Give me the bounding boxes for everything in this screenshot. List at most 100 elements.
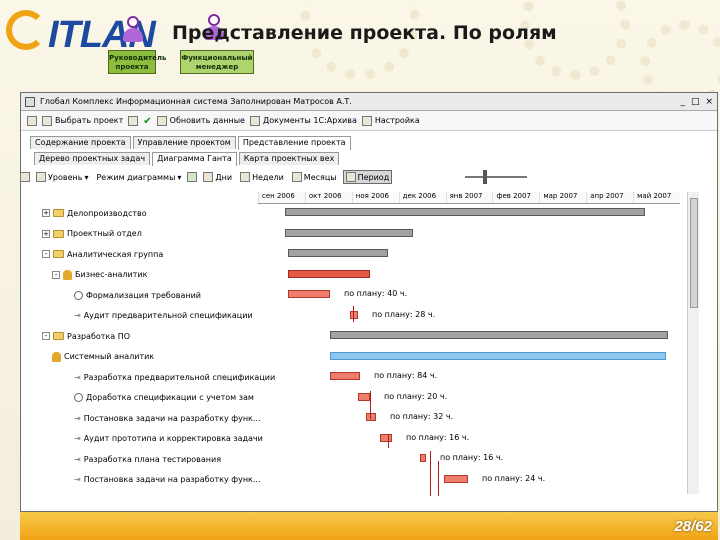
main-tabs: Содержание проекта Управление проектом П… [30, 136, 351, 150]
task-row[interactable]: Системный аналитик [52, 350, 154, 364]
task-row[interactable]: ⇥ Аудит предварительной спецификации [74, 309, 253, 323]
task-label: Делопроизводство [67, 208, 147, 218]
dependency-line [370, 391, 371, 419]
zoom-slider-track[interactable] [465, 176, 527, 178]
check-icon[interactable]: ✔ [143, 116, 151, 127]
task-row[interactable]: - Бизнес-аналитик [52, 268, 147, 282]
folder-icon [53, 250, 64, 258]
scrollbar-thumb[interactable] [690, 198, 698, 308]
role-badge: Руководитель проекта [108, 50, 166, 74]
gantt-bar[interactable] [288, 249, 388, 257]
tab-project-content[interactable]: Содержание проекта [30, 136, 131, 149]
expand-all-icon[interactable] [20, 172, 30, 182]
task-row[interactable]: ⇥ Разработка плана тестирования [74, 452, 221, 466]
task-row[interactable]: + Делопроизводство [42, 206, 147, 220]
close-button[interactable]: × [705, 97, 713, 107]
tab-project-management[interactable]: Управление проектом [132, 136, 236, 149]
person-icon [63, 269, 72, 280]
bar-plan-label: по плану: 16 ч. [406, 432, 470, 442]
bar-plan-label: по плану: 16 ч. [440, 453, 504, 462]
gantt-bar[interactable] [366, 413, 376, 421]
window-menu-icon[interactable] [25, 96, 35, 107]
task-row[interactable]: - Аналитическая группа [42, 247, 163, 261]
gantt-bar[interactable] [330, 331, 668, 339]
gantt-bar[interactable] [285, 228, 413, 237]
arrow-icon: ⇥ [74, 434, 81, 443]
expand-icon[interactable]: + [42, 209, 50, 217]
minimize-button[interactable]: _ [680, 97, 685, 107]
dependency-line [438, 461, 439, 496]
scale-weeks-button[interactable]: Недели [238, 171, 286, 183]
timeline-header: сен 2006 окт 2006 ноя 2006 дек 2006 янв 2007… [258, 192, 680, 204]
documents-button[interactable]: Документы 1С:Архива [249, 115, 357, 126]
task-row[interactable]: - Разработка ПО [42, 329, 130, 343]
task-label: Аудит прототипа и корректировка задачи [83, 434, 263, 443]
task-row[interactable]: ⇥ Аудит прототипа и корректировка задачи [74, 432, 263, 446]
gantt-chart: по плану: 40 ч. по плану: 28 ч. по плану: … [258, 206, 680, 496]
task-label: Проектный отдел [67, 229, 142, 238]
tab-milestones-map[interactable]: Карта проектных вех [238, 152, 340, 165]
bar-plan-label: по плану: 20 ч. [384, 391, 448, 401]
gantt-bar[interactable] [350, 310, 358, 319]
gantt-bar[interactable] [358, 392, 370, 401]
tab-task-tree[interactable]: Дерево проектных задач [34, 152, 151, 165]
collapse-icon[interactable]: - [42, 332, 50, 340]
role-person-icon [122, 16, 144, 42]
maximize-button[interactable]: □ [691, 97, 700, 107]
dependency-line [353, 306, 354, 322]
task-row[interactable]: ⇥ Разработка предварительной спецификации [74, 370, 275, 384]
collapse-icon[interactable]: - [42, 250, 50, 258]
page-number: 28/62 [674, 518, 712, 535]
expand-icon[interactable]: + [42, 229, 50, 238]
chart-icon[interactable] [187, 172, 198, 182]
slide-footer: 28/62 [20, 512, 718, 540]
scale-period-button[interactable]: Период [342, 170, 393, 184]
gantt-bar[interactable] [330, 351, 666, 360]
select-icon [42, 115, 52, 126]
diagram-mode-dropdown[interactable]: Режим диаграммы ▾ [94, 172, 183, 183]
select-project-button[interactable]: Выбрать проект [42, 115, 123, 126]
task-row[interactable]: ⇥ Постановка задачи на разработку функ... [74, 473, 261, 487]
clock-icon [74, 393, 83, 402]
task-label: Системный аналитик [64, 352, 155, 361]
gantt-bar[interactable] [330, 372, 360, 380]
gantt-bar[interactable] [420, 454, 426, 462]
gantt-bar[interactable] [288, 269, 370, 278]
main-toolbar: Выбрать проект ✔ Обновить данные Докумен… [21, 111, 717, 131]
timeline-month: ноя 2006 [351, 192, 399, 203]
task-label: Разработка предварительной спецификации [83, 372, 276, 382]
scale-days-button[interactable]: Дни [201, 171, 234, 183]
scale-months-button[interactable]: Месяцы [290, 171, 339, 183]
refresh-button[interactable]: Обновить данные [156, 115, 245, 126]
list-icon[interactable] [128, 115, 139, 126]
refresh-icon [156, 115, 167, 126]
zoom-slider-thumb[interactable] [483, 170, 487, 184]
task-row[interactable]: Доработка спецификации с учетом зам [74, 391, 254, 405]
bar-plan-label: по плану: 28 ч. [372, 309, 436, 319]
dependency-line [388, 434, 389, 448]
slide-title: Представление проекта. По ролям [172, 22, 557, 44]
level-dropdown[interactable]: Уровень ▾ [34, 171, 90, 183]
settings-button[interactable]: Настройка [361, 115, 420, 126]
task-row[interactable]: + Проектный отдел [42, 227, 142, 241]
gantt-bar[interactable] [285, 208, 645, 216]
timeline-month: мар 2007 [539, 192, 586, 203]
settings-icon [361, 115, 372, 126]
task-row[interactable]: Формализация требований [74, 288, 201, 302]
gantt-bar[interactable] [288, 290, 330, 298]
arrow-icon: ⇥ [74, 413, 81, 423]
arrow-icon: ⇥ [74, 372, 81, 382]
timeline-month: сен 2006 [258, 192, 305, 203]
level-icon [36, 172, 46, 182]
tab-project-view[interactable]: Представление проекта [237, 136, 351, 150]
folder-icon [53, 332, 64, 340]
vertical-scrollbar[interactable] [687, 192, 699, 494]
tab-gantt-chart[interactable]: Диаграмма Ганта [152, 152, 237, 166]
task-label: Формализация требований [86, 290, 201, 300]
task-label: Постановка задачи на разработку функ... [83, 475, 261, 484]
window-title: Глобал Комплекс Информационная система З… [40, 97, 352, 106]
gantt-bar[interactable] [380, 433, 392, 442]
task-row[interactable]: ⇥ Постановка задачи на разработку функ... [74, 411, 261, 425]
gantt-bar[interactable] [444, 474, 468, 483]
collapse-icon[interactable]: - [52, 270, 60, 279]
